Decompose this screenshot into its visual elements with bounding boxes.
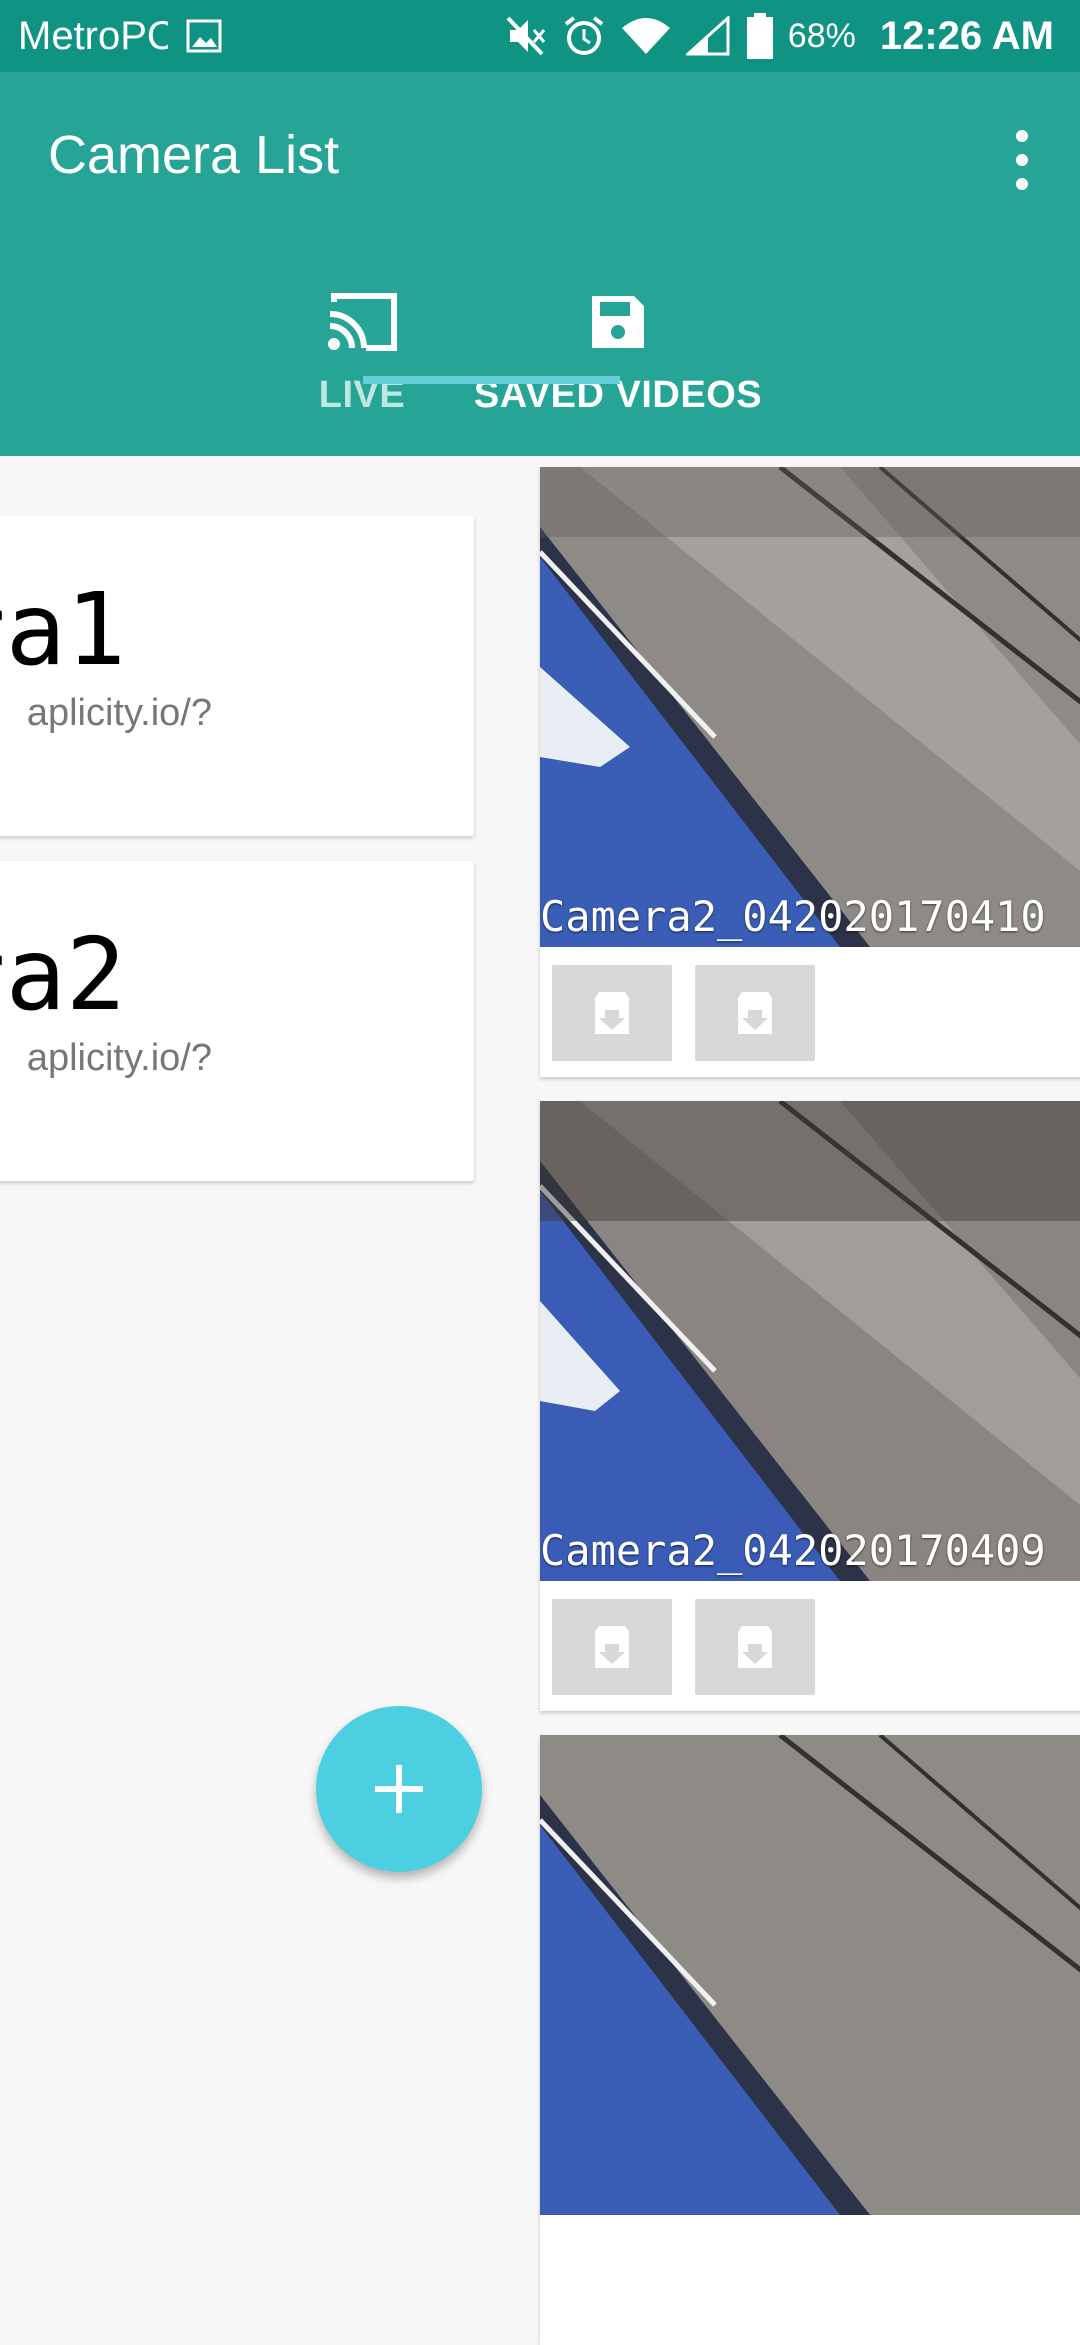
image-icon — [186, 19, 222, 53]
tab-live[interactable]: LIVE — [300, 272, 424, 456]
archive-download-icon — [595, 1626, 629, 1668]
download-button[interactable] — [695, 965, 815, 1061]
archive-download-icon — [738, 1626, 772, 1668]
camera-card[interactable]: Camera2 aplicity.io/? — [0, 861, 474, 1181]
video-name: Camera2_042020170410 — [540, 892, 1046, 941]
menu-dot — [1016, 178, 1028, 190]
video-thumbnail[interactable] — [540, 1735, 1080, 2215]
camera-card[interactable]: Camera1 aplicity.io/? — [0, 516, 474, 836]
camera-url: aplicity.io/? — [26, 1037, 212, 1079]
menu-dot — [1016, 154, 1028, 166]
battery-percent: 68% — [787, 16, 856, 55]
video-card[interactable]: Camera2_042020170409 — [540, 1101, 1080, 1711]
add-camera-button[interactable] — [316, 1706, 482, 1872]
page-title: Camera List — [48, 125, 340, 185]
video-name: Camera2_042020170409 — [540, 1526, 1046, 1575]
tab-bar: LIVE SAVED VIDEOS — [0, 272, 1080, 456]
camera-url: aplicity.io/? — [26, 692, 212, 734]
download-button[interactable] — [552, 965, 672, 1061]
download-button[interactable] — [552, 1599, 672, 1695]
tab-indicator — [363, 376, 620, 384]
app-bar: Camera List LIVE SAVED VIDEOS — [0, 72, 1080, 456]
video-card[interactable] — [540, 1735, 1080, 2345]
camera-name: Camera1 — [0, 571, 126, 688]
save-icon — [588, 282, 648, 362]
video-thumbnail[interactable] — [540, 1101, 1080, 1581]
carrier-label: MetroPCS — [18, 13, 168, 58]
wifi-icon — [620, 16, 672, 56]
archive-download-icon — [595, 992, 629, 1034]
add-icon — [375, 1765, 423, 1813]
camera-name: Camera2 — [0, 916, 126, 1033]
alarm-icon — [562, 14, 606, 58]
video-thumbnail[interactable] — [540, 467, 1080, 947]
menu-dot — [1016, 130, 1028, 142]
tab-saved-videos[interactable]: SAVED VIDEOS — [470, 272, 766, 456]
download-button[interactable] — [695, 1599, 815, 1695]
video-card[interactable]: Camera2_042020170410 — [540, 467, 1080, 1077]
overflow-menu-icon[interactable] — [1002, 130, 1042, 190]
signal-icon — [685, 16, 732, 56]
clock: 12:26 AM — [879, 13, 1054, 58]
cast-icon — [326, 282, 398, 362]
battery-icon — [746, 13, 774, 59]
archive-download-icon — [738, 992, 772, 1034]
status-bar: MetroPCS 68% 12:26 AM — [0, 0, 1080, 72]
vibrate-mute-icon — [502, 14, 548, 58]
